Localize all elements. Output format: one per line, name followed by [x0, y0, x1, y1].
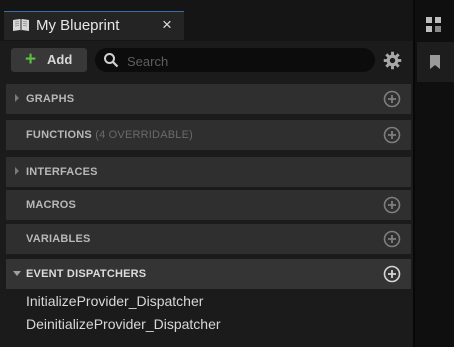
- add-button[interactable]: + Add: [11, 48, 87, 72]
- search-input[interactable]: [125, 51, 369, 71]
- add-button-label: Add: [47, 52, 73, 67]
- section-label: FUNCTIONS (4 OVERRIDABLE): [26, 129, 193, 141]
- add-macro-icon[interactable]: [383, 196, 401, 214]
- grid-icon[interactable]: [425, 16, 443, 34]
- plus-icon: +: [25, 49, 37, 70]
- chevron-right-icon: [15, 167, 19, 175]
- add-graph-icon[interactable]: [383, 90, 401, 108]
- section-macros[interactable]: MACROS: [6, 190, 411, 220]
- my-blueprint-window: My Blueprint × + Add Search GRAPHS FUNCT…: [0, 0, 454, 347]
- chevron-down-icon: [13, 271, 21, 276]
- bookmark-icon[interactable]: [427, 54, 443, 70]
- add-event-dispatcher-icon[interactable]: [383, 265, 401, 283]
- section-label: INTERFACES: [26, 166, 98, 178]
- event-dispatcher-item[interactable]: InitializeProvider_Dispatcher: [26, 293, 203, 309]
- section-event-dispatchers[interactable]: EVENT DISPATCHERS: [6, 259, 411, 289]
- gear-icon[interactable]: [383, 51, 402, 70]
- section-sublabel: (4 OVERRIDABLE): [95, 129, 193, 141]
- panel-toolbar: + Add: [0, 41, 413, 77]
- section-label: VARIABLES: [26, 233, 91, 245]
- section-label-text: FUNCTIONS: [26, 129, 92, 141]
- tab-bar: My Blueprint ×: [0, 0, 454, 42]
- tab-my-blueprint[interactable]: My Blueprint ×: [4, 11, 184, 40]
- section-label: EVENT DISPATCHERS: [26, 268, 147, 280]
- section-interfaces[interactable]: INTERFACES: [6, 157, 411, 187]
- section-label: MACROS: [26, 199, 77, 211]
- add-variable-icon[interactable]: [383, 230, 401, 248]
- chevron-right-icon: [15, 94, 19, 102]
- add-function-icon[interactable]: [383, 126, 401, 144]
- event-dispatcher-item[interactable]: DeinitializeProvider_Dispatcher: [26, 316, 221, 332]
- book-icon: [13, 19, 29, 31]
- close-icon[interactable]: ×: [162, 15, 172, 35]
- search-box[interactable]: [95, 48, 375, 72]
- search-icon: [104, 53, 119, 68]
- section-variables[interactable]: VARIABLES: [6, 224, 411, 254]
- section-graphs[interactable]: GRAPHS: [6, 84, 411, 114]
- adjacent-panel: [413, 0, 454, 347]
- section-label: GRAPHS: [26, 93, 75, 105]
- tab-title: My Blueprint: [36, 17, 120, 34]
- adjacent-panel-toolbar: [417, 42, 454, 82]
- section-functions[interactable]: FUNCTIONS (4 OVERRIDABLE): [6, 120, 411, 150]
